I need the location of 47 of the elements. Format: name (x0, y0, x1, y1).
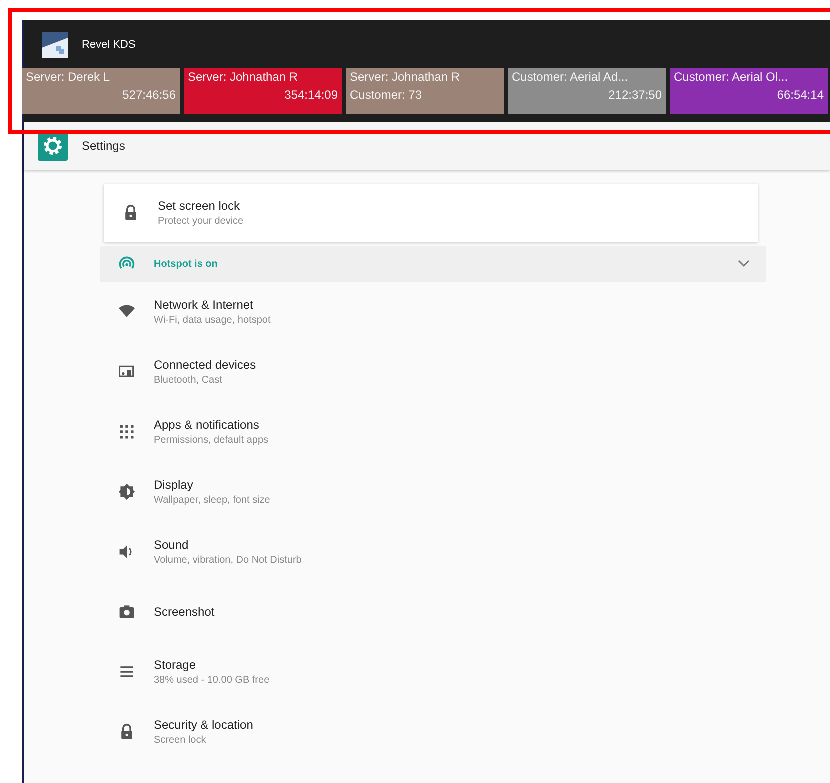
item-subtitle: Wi-Fi, data usage, hotspot (154, 315, 271, 326)
item-subtitle: 38% used - 10.00 GB free (154, 675, 270, 686)
settings-item[interactable]: Storage 38% used - 10.00 GB free (100, 642, 766, 702)
item-subtitle: Wallpaper, sleep, font size (154, 495, 270, 506)
ticket-label: Server: Johnathan R (350, 70, 462, 84)
item-subtitle: Permissions, default apps (154, 435, 269, 446)
display-icon (118, 483, 136, 501)
suggestion-card[interactable]: Set screen lock Protect your device (104, 184, 758, 242)
settings-item[interactable]: Network & Internet Wi-Fi, data usage, hotspot (100, 282, 766, 342)
ticket-label: Server: Johnathan R (188, 70, 300, 84)
camera-icon (118, 603, 136, 621)
settings-item[interactable]: Display Wallpaper, sleep, font size (100, 462, 766, 522)
settings-title: Settings (82, 139, 126, 153)
ticket-label: Customer: Aerial Ad... (512, 70, 630, 84)
ticket-label: Customer: 73 (350, 88, 424, 102)
item-title: Apps & notifications (154, 418, 260, 432)
app-title: Revel KDS (82, 39, 136, 51)
settings-item[interactable]: Connected devices Bluetooth, Cast (100, 342, 766, 402)
item-subtitle: Screen lock (154, 735, 208, 746)
settings-item[interactable]: Sound Volume, vibration, Do Not Disturb (100, 522, 766, 582)
hotspot-label: Hotspot is on (154, 258, 219, 270)
item-subtitle: Volume, vibration, Do Not Disturb (154, 555, 302, 566)
ticket-timer: 212:37:50 (608, 88, 662, 102)
settings-item[interactable]: Security & location Screen lock (100, 702, 766, 762)
settings-item[interactable]: Apps & notifications Permissions, default apps (100, 402, 766, 462)
item-title: Security & location (154, 718, 254, 732)
item-title: Screenshot (154, 605, 215, 619)
logo-icon (42, 32, 68, 58)
ticket-timer: 527:46:56 (122, 88, 176, 102)
item-title: Display (154, 478, 194, 492)
chevron-icon[interactable] (738, 260, 750, 268)
settings-icon (38, 131, 68, 161)
order-ticket[interactable]: Customer: Aerial Ol... 66:54:14 (670, 68, 828, 114)
ticket-timer: 354:14:09 (284, 88, 338, 102)
item-subtitle: Bluetooth, Cast (154, 375, 224, 386)
settings-item[interactable]: Screenshot (100, 582, 766, 642)
item-title: Network & Internet (154, 298, 254, 312)
order-ticket[interactable]: Server: Johnathan R 354:14:09 (184, 68, 342, 114)
suggestion-subtitle: Protect your device (158, 216, 244, 227)
suggestion-title: Set screen lock (158, 199, 242, 213)
item-title: Sound (154, 538, 190, 552)
ticket-label: Customer: Aerial Ol... (674, 70, 790, 84)
item-title: Connected devices (154, 358, 256, 372)
ticket-label: Server: Derek L (26, 70, 112, 84)
ticket-timer: 66:54:14 (777, 88, 824, 102)
apps-icon (118, 423, 136, 441)
item-title: Storage (154, 658, 198, 672)
